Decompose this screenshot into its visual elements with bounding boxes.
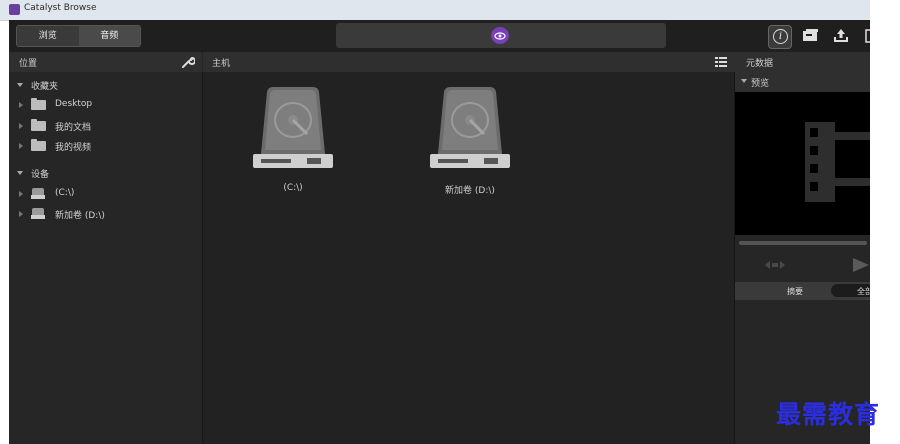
collapse-arrow-icon (19, 143, 23, 149)
hard-drive-icon (253, 87, 333, 168)
tree-item-label: 新加卷 (D:\) (55, 211, 105, 221)
timeline-scrubber[interactable] (739, 241, 867, 245)
content-panel: (C:\) 新加卷 (D:\) (203, 72, 734, 444)
tab-all-label: 全部 (857, 287, 870, 296)
wrench-icon[interactable] (181, 55, 195, 69)
group-devices[interactable]: 设备 (9, 164, 202, 182)
group-favorites[interactable]: 收藏夹 (9, 76, 202, 94)
tree-item-label: Desktop (55, 99, 93, 109)
drive-icon (31, 208, 45, 219)
drive-tile-label: 新加卷 (D:\) (445, 186, 495, 196)
more-button[interactable] (861, 25, 870, 47)
tree-item-label: 我的文档 (55, 123, 92, 133)
folder-icon (31, 119, 46, 131)
copy-button[interactable] (800, 25, 822, 47)
drive-tile-label: (C:\) (283, 183, 303, 193)
list-view-icon[interactable] (714, 55, 728, 69)
preview-section-label: 预览 (751, 79, 770, 89)
right-panel-header: 元数据 (734, 52, 870, 73)
jog-shuttle-icon[interactable] (765, 260, 785, 270)
drive-icon (31, 188, 45, 199)
tab-audio[interactable]: 音频 (78, 26, 140, 46)
drive-tile-c[interactable]: (C:\) (251, 84, 335, 194)
group-label: 收藏夹 (31, 82, 59, 92)
playback-controls (735, 250, 870, 280)
left-panel-header: 位置 (9, 52, 202, 73)
export-button[interactable] (830, 25, 852, 47)
info-button[interactable]: i (768, 25, 792, 49)
app-window: Catalyst Browse 浏览 音频 i 位置 主机 元数据 收藏夹 De… (0, 0, 900, 444)
app-logo-icon (9, 4, 20, 15)
right-panel-title: 元数据 (746, 59, 774, 69)
center-title-bar (336, 23, 666, 48)
film-icon (805, 122, 870, 202)
info-icon: i (773, 29, 788, 44)
tree-item-desktop[interactable]: Desktop (9, 96, 202, 114)
expand-arrow-icon (17, 171, 23, 175)
folder-icon (31, 139, 46, 151)
collapse-arrow-icon (19, 191, 23, 197)
page-right-margin (870, 0, 900, 444)
expand-arrow-icon (741, 79, 747, 83)
tree-item-label: (C:\) (55, 188, 75, 198)
metadata-panel: 预览 摘要 全部 (734, 72, 870, 444)
collapse-arrow-icon (19, 123, 23, 129)
group-label: 设备 (31, 170, 50, 180)
main-window: 浏览 音频 i 位置 主机 元数据 收藏夹 Desktop 我的文档 我的视频 … (9, 20, 870, 444)
window-title: Catalyst Browse (24, 3, 97, 13)
tree-item-drive-c[interactable]: (C:\) (9, 185, 202, 203)
collapse-arrow-icon (19, 211, 23, 217)
left-panel-title: 位置 (19, 59, 38, 69)
tab-summary[interactable]: 摘要 (787, 286, 803, 297)
tree-item-drive-d[interactable]: 新加卷 (D:\) (9, 205, 202, 223)
preview-section-header[interactable]: 预览 (735, 72, 870, 92)
tree-item-label: 我的视频 (55, 143, 92, 153)
metadata-tabs: 摘要 全部 (735, 282, 870, 300)
hard-drive-icon (430, 87, 510, 168)
folder-icon (31, 98, 46, 110)
drive-tile-d[interactable]: 新加卷 (D:\) (428, 84, 512, 196)
copy-icon (803, 29, 818, 41)
play-icon[interactable] (851, 257, 870, 273)
collapse-arrow-icon (19, 102, 23, 108)
expand-arrow-icon (17, 83, 23, 87)
upload-icon (834, 29, 848, 42)
middle-panel-header: 主机 (203, 52, 734, 73)
tree-item-documents[interactable]: 我的文档 (9, 117, 202, 135)
title-bar: Catalyst Browse (0, 0, 870, 21)
video-preview (735, 92, 870, 235)
panel-icon (865, 29, 870, 43)
view-mode-switch: 浏览 音频 (16, 25, 141, 47)
middle-panel-title: 主机 (212, 59, 231, 69)
top-toolbar: 浏览 音频 i (9, 20, 870, 53)
tab-all[interactable]: 全部 (831, 284, 870, 297)
locations-panel: 收藏夹 Desktop 我的文档 我的视频 设备 (C:\) 新加卷 (D:\) (9, 72, 203, 444)
catalyst-logo-icon (491, 27, 509, 44)
watermark-text: 最需教育 (776, 400, 881, 429)
tab-browse[interactable]: 浏览 (17, 26, 79, 46)
tree-item-videos[interactable]: 我的视频 (9, 137, 202, 155)
